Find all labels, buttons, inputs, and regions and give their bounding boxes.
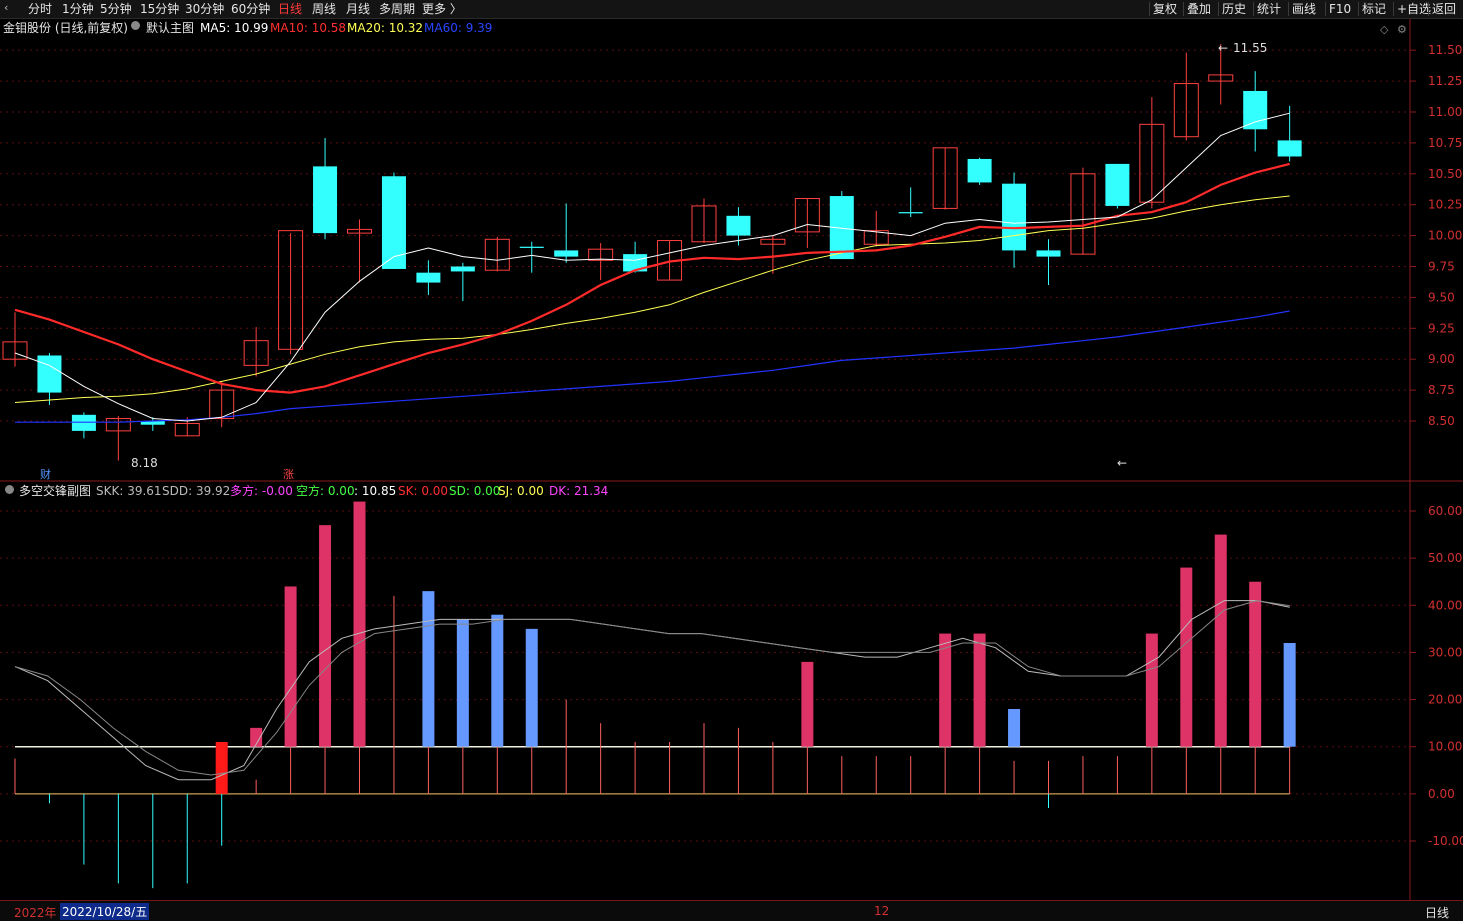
price-tick-label: 11.00 (1428, 105, 1462, 119)
indicator-bar (1283, 643, 1296, 747)
price-tick-label: 9.50 (1428, 290, 1455, 304)
price-tick-label: 8.75 (1428, 383, 1455, 397)
indicator-tick-label: 60.00 (1428, 504, 1462, 518)
indicator-bar (801, 661, 814, 747)
candle-body (519, 246, 544, 248)
candle-body (381, 176, 406, 269)
settings-icon[interactable]: ⚙ (1397, 23, 1407, 36)
candle-body (71, 414, 96, 431)
price-tick-label: 8.50 (1428, 414, 1455, 428)
candle-body (416, 272, 441, 283)
indicator-tick-label: 20.00 (1428, 693, 1462, 707)
candle-body (1105, 163, 1130, 206)
indicator-bar (353, 501, 366, 747)
indicator-bar (1180, 567, 1193, 747)
limit-up-marker[interactable]: 涨 (283, 468, 294, 481)
indicator-bar (491, 614, 504, 747)
indicator-bar (1214, 534, 1227, 747)
skk-line (14, 600, 1290, 781)
indicator-tick-label: -10.00 (1428, 834, 1463, 848)
price-tick-label: 10.75 (1428, 136, 1462, 150)
price-tick-label: 9.25 (1428, 321, 1455, 335)
indicator-bar (939, 633, 952, 747)
year-label: 2022年 (14, 906, 57, 920)
indicator-tick-label: 40.00 (1428, 598, 1462, 612)
low-arrow: ← (1117, 456, 1127, 470)
indicator-bar (456, 619, 469, 747)
indicator-bar (525, 628, 538, 747)
month-marker: 12 (874, 904, 890, 918)
sdd-line (14, 600, 1290, 776)
candle-body (450, 266, 475, 272)
indicator-bar (422, 591, 435, 747)
ma5-line (14, 112, 1290, 422)
ma10-line (14, 162, 1290, 394)
ma60-line (15, 310, 1290, 423)
price-tick-label: 9.75 (1428, 259, 1455, 273)
price-tick-label: 11.25 (1428, 74, 1462, 88)
indicator-bar (215, 742, 228, 794)
kline-chart[interactable]: 11.50 11.25 11.00 10.75 10.50 10.25 10.00 9.75 9… (0, 0, 1463, 920)
indicator-bar (284, 586, 297, 747)
high-arrow: ← (1218, 41, 1228, 55)
candle-body (726, 215, 751, 236)
indicator-tick-label: 30.00 (1428, 645, 1462, 659)
price-tick-label: 9.00 (1428, 352, 1455, 366)
indicator-tick-label: 50.00 (1428, 551, 1462, 565)
candle-body (1277, 140, 1302, 157)
candle-body (1002, 183, 1027, 251)
diamond-icon[interactable]: ◇ (1380, 23, 1389, 36)
high-price-label: 11.55 (1233, 41, 1267, 55)
candle-body (967, 158, 992, 183)
price-tick-label: 10.25 (1428, 198, 1462, 212)
candle-body (554, 250, 579, 257)
candle-body (1243, 90, 1268, 130)
cursor-date: 2022/10/28/五 (60, 903, 150, 920)
footer-period[interactable]: 日线 (1425, 904, 1449, 921)
time-axis-footer: 2022年 2022/10/28/五 12 日线 (0, 900, 1463, 921)
indicator-tick-label: 10.00 (1428, 740, 1462, 754)
price-tick-label: 10.00 (1428, 229, 1462, 243)
indicator-bar (319, 525, 332, 747)
low-price-label: 8.18 (131, 456, 158, 470)
price-tick-label: 10.50 (1428, 167, 1462, 181)
financial-report-marker[interactable]: 财 (40, 467, 51, 481)
candle-body (1036, 250, 1061, 257)
price-tick-label: 11.50 (1428, 43, 1462, 57)
indicator-bar (1249, 581, 1262, 747)
indicator-bar (973, 633, 986, 747)
ma20-line (14, 195, 1290, 403)
indicator-tick-label: 0.00 (1428, 787, 1455, 801)
candle-body (313, 166, 338, 234)
candle-body (37, 355, 62, 393)
indicator-bar (1145, 633, 1158, 747)
candle-body (898, 212, 923, 214)
indicator-bar (1008, 709, 1021, 747)
